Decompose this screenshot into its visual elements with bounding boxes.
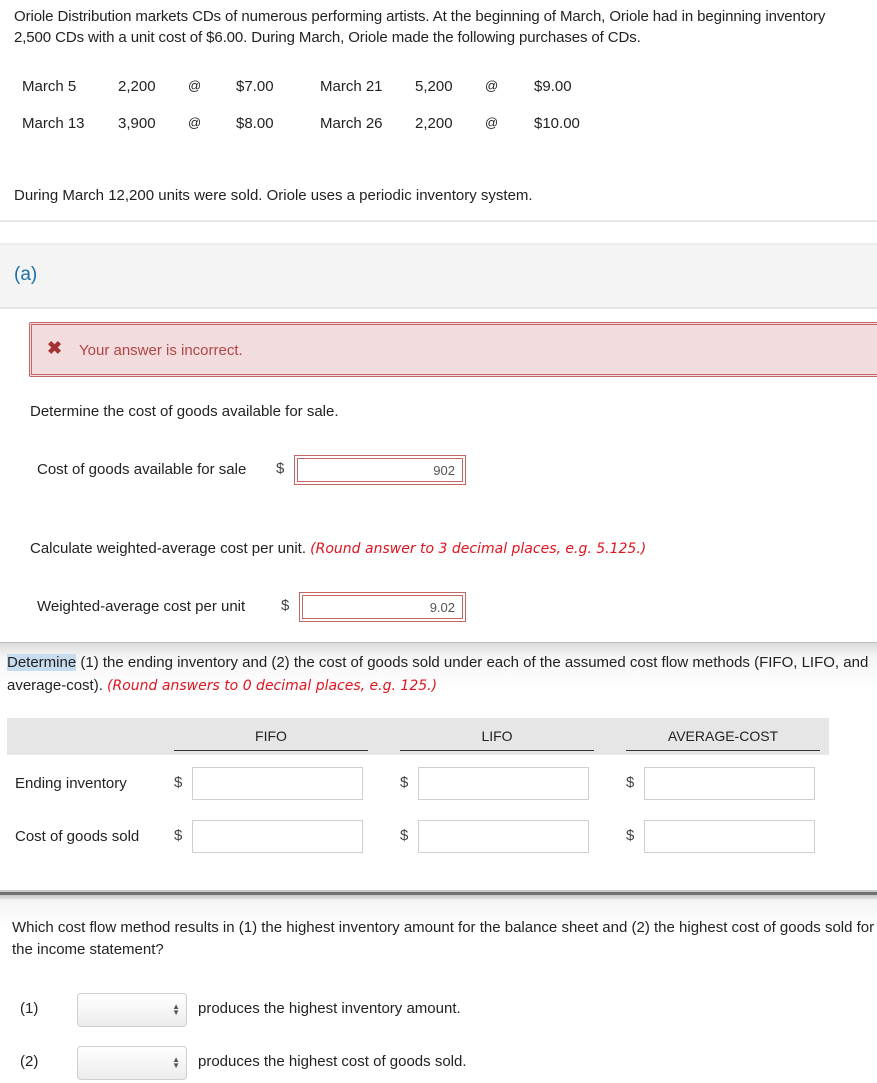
divider xyxy=(0,220,877,222)
cogs-lifo-input[interactable] xyxy=(418,820,589,853)
column-header-lifo: LIFO xyxy=(400,722,594,751)
cogas-input[interactable] xyxy=(294,455,466,485)
part-b-prompt-text-2: average-cost). xyxy=(7,677,103,694)
method-select-1[interactable]: ▲ ▼ xyxy=(77,993,187,1027)
cogas-label: Cost of goods available for sale xyxy=(37,461,247,478)
section-divider xyxy=(0,890,877,900)
select-arrows-icon: ▲ ▼ xyxy=(172,1002,180,1017)
row-label: Cost of goods sold xyxy=(15,828,140,845)
at-sign: @ xyxy=(188,78,202,93)
cogs-fifo-input[interactable] xyxy=(192,820,363,853)
ending-inventory-lifo-input[interactable] xyxy=(418,767,589,800)
row-label: Ending inventory xyxy=(15,775,127,792)
question-wac-prompt: Calculate weighted-average cost per unit… xyxy=(30,540,646,557)
part-b-prompt-line2: average-cost). (Round answers to 0 decim… xyxy=(7,677,437,694)
item-number: (1) xyxy=(20,1000,39,1017)
select-arrows-icon: ▲ ▼ xyxy=(172,1055,180,1070)
at-sign: @ xyxy=(485,115,499,130)
problem-intro: Oriole Distribution markets CDs of numer… xyxy=(14,8,826,46)
currency-symbol: $ xyxy=(626,827,635,844)
purchase-date: March 21 xyxy=(320,78,383,95)
part-c-prompt-line2: the income statement? xyxy=(12,941,164,958)
part-c-prompt-line1: Which cost flow method results in (1) th… xyxy=(12,919,875,936)
cogs-average-input[interactable] xyxy=(644,820,815,853)
wac-label: Weighted-average cost per unit xyxy=(37,598,246,615)
currency-symbol: $ xyxy=(626,774,635,791)
purchase-date: March 13 xyxy=(22,115,85,132)
ending-inventory-average-input[interactable] xyxy=(644,767,815,800)
method-select-2[interactable]: ▲ ▼ xyxy=(77,1046,187,1080)
purchase-date: March 26 xyxy=(320,115,383,132)
purchase-units: 3,900 xyxy=(118,115,156,132)
currency-symbol: $ xyxy=(400,827,409,844)
purchase-units: 2,200 xyxy=(415,115,453,132)
currency-symbol: $ xyxy=(281,597,290,614)
wac-prompt-text: Calculate weighted-average cost per unit… xyxy=(30,540,306,557)
purchase-date: March 5 xyxy=(22,78,77,95)
question-cogas-prompt: Determine the cost of goods available fo… xyxy=(30,403,339,420)
purchase-cost: $7.00 xyxy=(236,78,274,95)
purchase-units: 2,200 xyxy=(118,78,156,95)
x-mark-icon: ✖ xyxy=(47,338,63,358)
purchase-units: 5,200 xyxy=(415,78,453,95)
rounding-hint: (Round answer to 3 decimal places, e.g. … xyxy=(310,541,647,557)
part-a-label: (a) xyxy=(14,264,38,285)
currency-symbol: $ xyxy=(276,460,285,477)
purchase-cost: $8.00 xyxy=(236,115,274,132)
rounding-hint: (Round answers to 0 decimal places, e.g.… xyxy=(107,678,438,694)
units-sold-text: During March 12,200 units were sold. Ori… xyxy=(14,187,533,204)
selected-text: Determine xyxy=(7,654,77,671)
at-sign: @ xyxy=(188,115,202,130)
currency-symbol: $ xyxy=(400,774,409,791)
part-b-prompt-line1: Determine (1) the ending inventory and (… xyxy=(7,654,868,671)
purchase-cost: $9.00 xyxy=(534,78,572,95)
column-header-average-cost: AVERAGE-COST xyxy=(626,722,820,751)
part-b-prompt-text: (1) the ending inventory and (2) the cos… xyxy=(76,654,869,671)
currency-symbol: $ xyxy=(174,827,183,844)
item-number: (2) xyxy=(20,1053,39,1070)
currency-symbol: $ xyxy=(174,774,183,791)
ending-inventory-fifo-input[interactable] xyxy=(192,767,363,800)
column-header-fifo: FIFO xyxy=(174,722,368,751)
purchase-cost: $10.00 xyxy=(534,115,580,132)
wac-input[interactable] xyxy=(299,592,466,622)
item-text: produces the highest inventory amount. xyxy=(198,1000,461,1017)
at-sign: @ xyxy=(485,78,499,93)
error-message: Your answer is incorrect. xyxy=(79,342,243,359)
item-text: produces the highest cost of goods sold. xyxy=(198,1053,467,1070)
part-a-header xyxy=(0,243,877,309)
